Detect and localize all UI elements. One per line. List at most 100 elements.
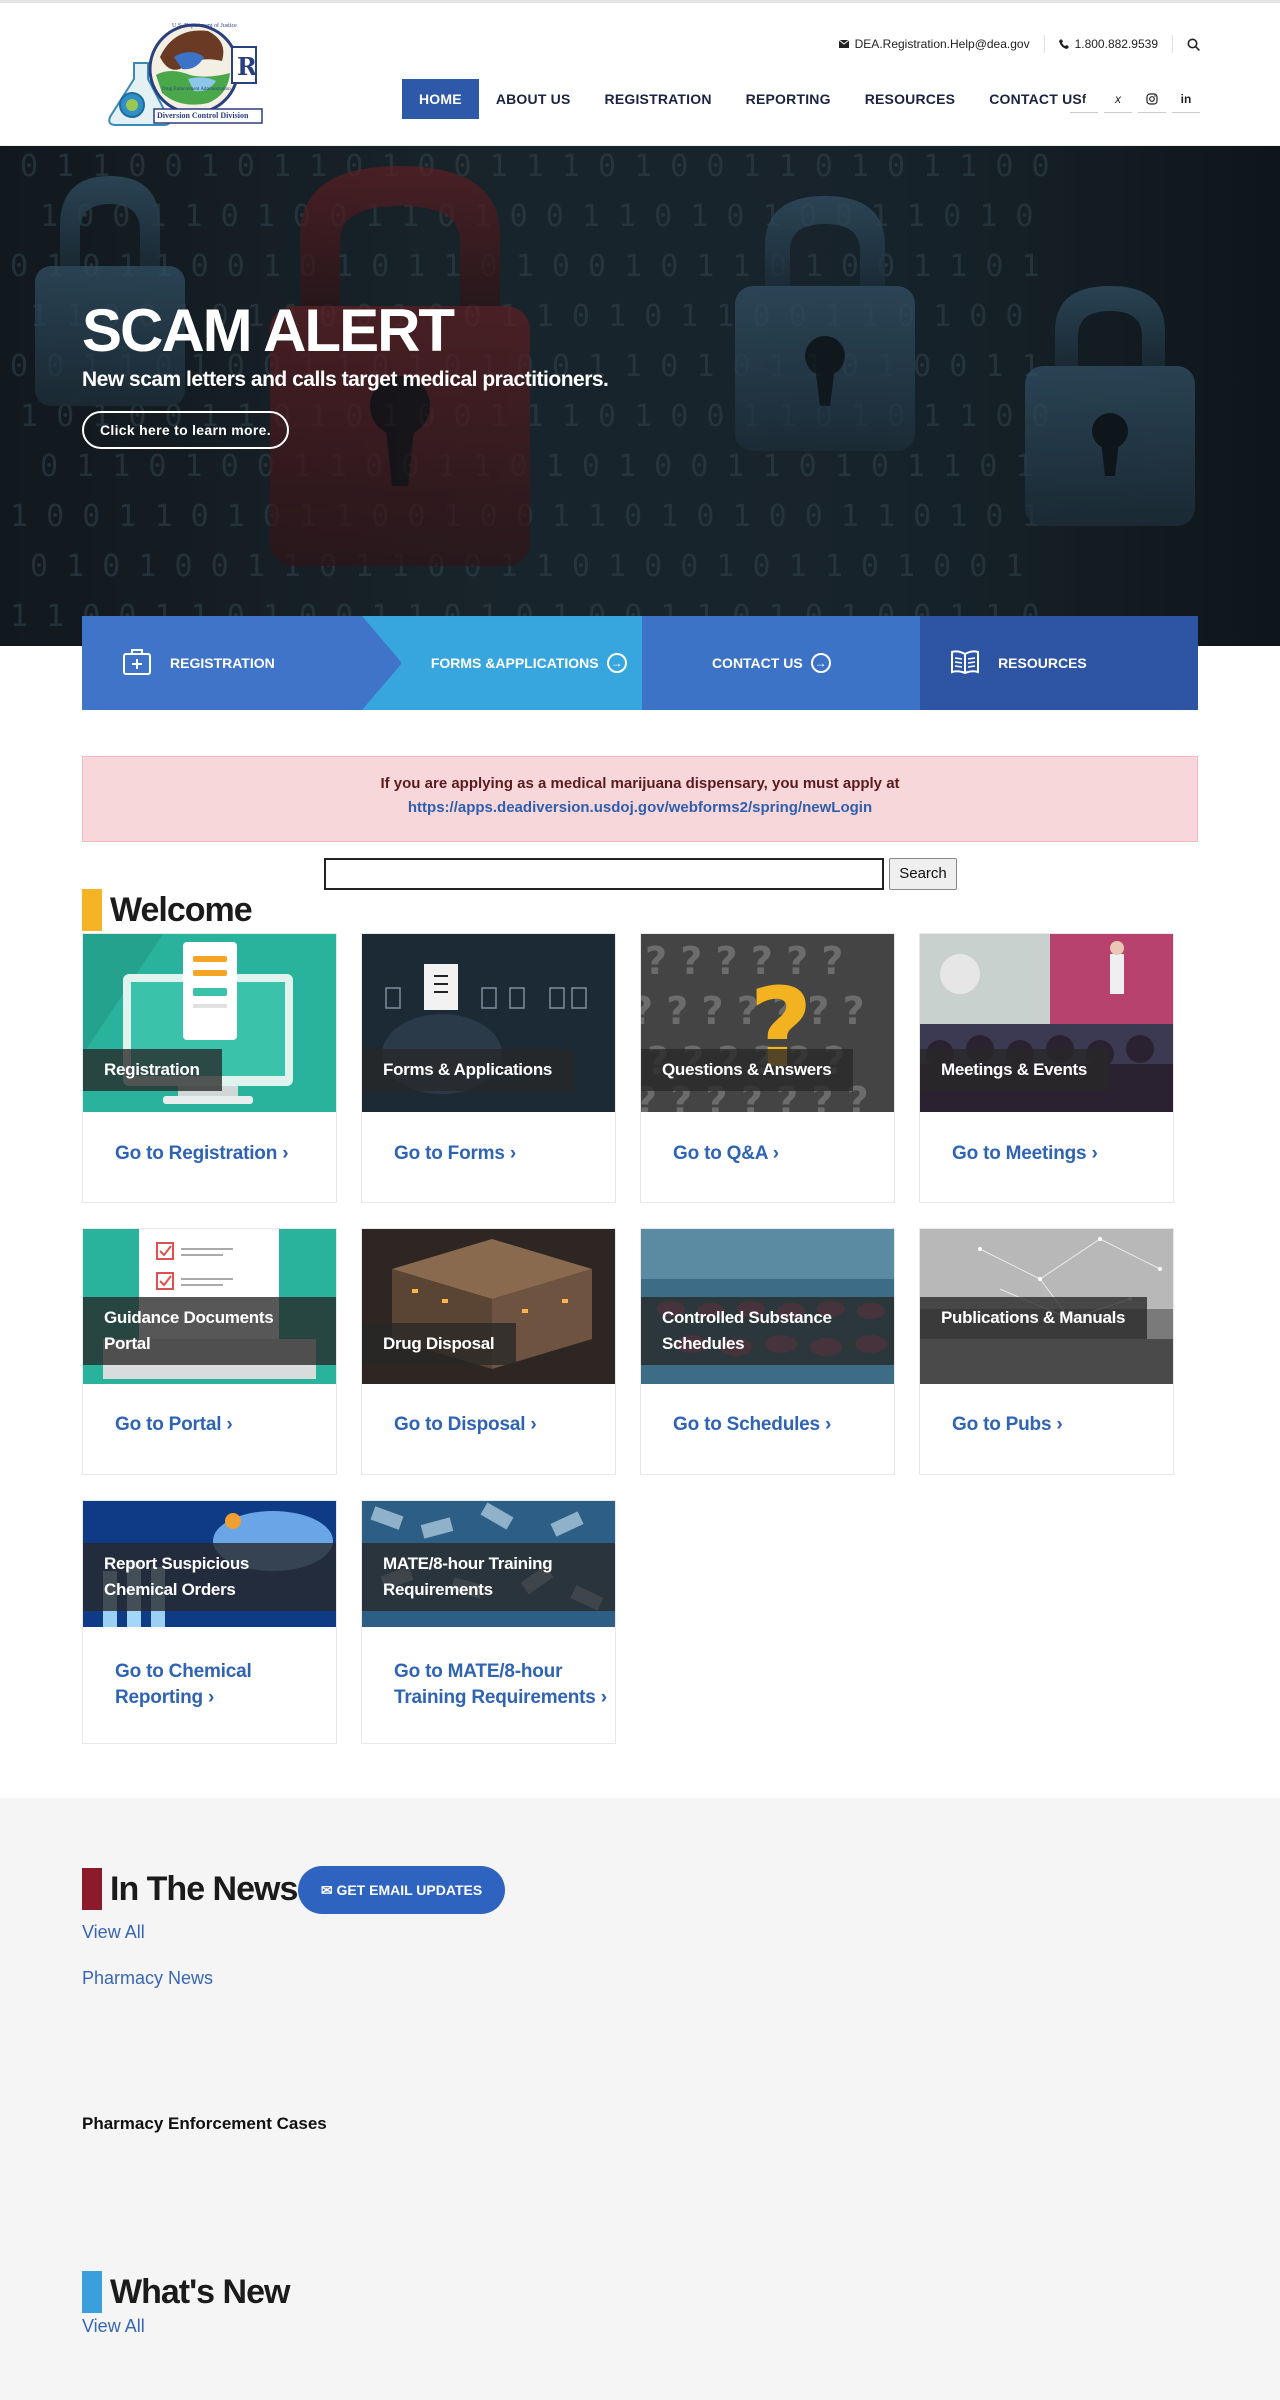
search-input[interactable] xyxy=(324,858,884,890)
card-guidance[interactable]: Guidance Documents Portal Go to Portal › xyxy=(82,1228,337,1475)
go-to-qa-link[interactable]: Go to Q&A › xyxy=(673,1141,779,1167)
logo-text-middle: Drug Enforcement Administration xyxy=(162,87,231,92)
arrow-circle-icon: → xyxy=(606,653,627,673)
card-qa[interactable]: ? ? ? ? ? ?? ? ? ? ? ? ?? ? ? ? ? ?? ? ?… xyxy=(640,933,895,1203)
quick-link-resources[interactable]: RESOURCES xyxy=(920,616,1199,710)
x-twitter-icon[interactable]: x xyxy=(1104,85,1132,113)
envelope-open-icon: ✉ xyxy=(320,1882,333,1898)
go-to-meetings-link[interactable]: Go to Meetings › xyxy=(952,1141,1098,1167)
go-to-schedules-link[interactable]: Go to Schedules › xyxy=(673,1412,831,1438)
card-link-text: Go to Meetings xyxy=(952,1143,1087,1164)
nav-reporting[interactable]: REPORTING xyxy=(729,79,848,119)
chevron-right-icon: › xyxy=(226,1414,233,1435)
card-label: Report Suspicious Chemical Orders xyxy=(83,1543,336,1611)
linkedin-icon[interactable]: in xyxy=(1172,85,1200,113)
news-view-all-link[interactable]: View All xyxy=(82,1922,145,1943)
logo-text-bottom: Diversion Control Division xyxy=(157,111,249,120)
registration-image: Registration xyxy=(83,934,336,1112)
hero-learn-more-button[interactable]: Click here to learn more. xyxy=(82,411,289,449)
email-text: DEA.Registration.Help@dea.gov xyxy=(854,37,1030,51)
main-nav: HOME ABOUT US REGISTRATION REPORTING RES… xyxy=(402,79,1099,119)
alert-text: If you are applying as a medical marijua… xyxy=(380,775,900,792)
instagram-icon[interactable] xyxy=(1138,85,1166,113)
card-meetings[interactable]: Meetings & Events Go to Meetings › xyxy=(919,933,1174,1203)
social-links: f x in xyxy=(1070,85,1200,113)
phone-text: 1.800.882.9539 xyxy=(1074,37,1158,51)
quick-links-bar: REGISTRATION FORMS &APPLICATIONS → CONTA… xyxy=(82,616,1199,710)
utility-bar: DEA.Registration.Help@dea.gov 1.800.882.… xyxy=(825,35,1200,53)
card-link-text: Go to Pubs xyxy=(952,1414,1052,1435)
card-forms[interactable]: Forms & Applications Go to Forms › xyxy=(361,933,616,1203)
svg-text:? ? ? ? ? ?: ? ? ? ? ? ? xyxy=(645,939,843,983)
welcome-accent-bar xyxy=(82,889,102,931)
chevron-right-icon: › xyxy=(530,1414,537,1435)
email-link[interactable]: DEA.Registration.Help@dea.gov xyxy=(825,35,1045,53)
search-toggle[interactable] xyxy=(1173,35,1200,53)
facebook-icon[interactable]: f xyxy=(1070,85,1098,113)
nav-registration[interactable]: REGISTRATION xyxy=(588,79,729,119)
go-to-registration-link[interactable]: Go to Registration › xyxy=(115,1141,289,1167)
site-header: R U.S. Department of Justice Drug Enforc… xyxy=(0,3,1280,146)
card-disposal[interactable]: Drug Disposal Go to Disposal › xyxy=(361,1228,616,1475)
card-registration[interactable]: Registration Go to Registration › xyxy=(82,933,337,1203)
whats-new-heading: What's New xyxy=(82,2271,290,2313)
dea-logo[interactable]: R U.S. Department of Justice Drug Enforc… xyxy=(104,17,266,133)
quick-link-registration[interactable]: REGISTRATION xyxy=(82,616,401,710)
card-publications[interactable]: Publications & Manuals Go to Pubs › xyxy=(919,1228,1174,1475)
go-to-forms-link[interactable]: Go to Forms › xyxy=(394,1141,516,1167)
card-link-text: Go to Registration xyxy=(115,1143,278,1164)
publications-image: Publications & Manuals xyxy=(920,1229,1173,1384)
phone-link[interactable]: 1.800.882.9539 xyxy=(1045,35,1173,53)
chevron-right-icon: › xyxy=(1056,1414,1063,1435)
card-label: MATE/8-hour Training Requirements xyxy=(362,1543,615,1611)
nav-about-us[interactable]: ABOUT US xyxy=(479,79,588,119)
alert-link[interactable]: https://apps.deadiversion.usdoj.gov/webf… xyxy=(83,799,1197,816)
card-label: Guidance Documents Portal xyxy=(83,1297,336,1365)
whats-new-title: What's New xyxy=(110,2272,290,2311)
chemical-image: Report Suspicious Chemical Orders xyxy=(83,1501,336,1627)
forms-image: Forms & Applications xyxy=(362,934,615,1112)
card-label: Registration xyxy=(83,1049,222,1091)
card-label: Meetings & Events xyxy=(920,1049,1110,1091)
go-to-disposal-link[interactable]: Go to Disposal › xyxy=(394,1412,537,1438)
whats-new-view-all-link[interactable]: View All xyxy=(82,2316,145,2337)
hero-banner: 0 1 1 0 0 1 0 1 1 0 1 0 0 1 1 1 0 1 0 0 … xyxy=(0,146,1280,646)
card-chemical[interactable]: Report Suspicious Chemical Orders Go to … xyxy=(82,1500,337,1744)
arrow-circle-icon: → xyxy=(810,653,831,673)
go-to-chemical-link[interactable]: Go to Chemical Reporting › xyxy=(115,1659,315,1711)
card-label: Controlled Substance Schedules xyxy=(641,1297,894,1365)
card-link-text: Go to Portal xyxy=(115,1414,222,1435)
disposal-image: Drug Disposal xyxy=(362,1229,615,1384)
hero-background-image: 0 1 1 0 0 1 0 1 1 0 1 0 0 1 1 1 0 1 0 0 … xyxy=(0,146,1280,646)
card-mate[interactable]: MATE/8-hour Training Requirements Go to … xyxy=(361,1500,616,1744)
card-link-text: Go to Schedules xyxy=(673,1414,820,1435)
go-to-portal-link[interactable]: Go to Portal › xyxy=(115,1412,233,1438)
dispensary-alert: If you are applying as a medical marijua… xyxy=(82,756,1198,842)
nav-resources[interactable]: RESOURCES xyxy=(848,79,972,119)
in-the-news-heading: In The News xyxy=(82,1868,298,1910)
nav-home[interactable]: HOME xyxy=(402,79,479,119)
schedules-image: Controlled Substance Schedules xyxy=(641,1229,894,1384)
go-to-mate-link[interactable]: Go to MATE/8-hour Training Requirements … xyxy=(394,1659,634,1711)
quick-link-resources-label: RESOURCES xyxy=(998,655,1087,671)
get-email-updates-button[interactable]: ✉ GET EMAIL UPDATES xyxy=(298,1866,505,1914)
pharmacy-news-link[interactable]: Pharmacy News xyxy=(82,1968,213,1989)
card-link-text: Go to Q&A xyxy=(673,1143,768,1164)
card-schedules[interactable]: Controlled Substance Schedules Go to Sch… xyxy=(640,1228,895,1475)
email-button-label: GET EMAIL UPDATES xyxy=(336,1882,483,1898)
in-the-news-title: In The News xyxy=(110,1869,298,1908)
hero-subtitle: New scam letters and calls target medica… xyxy=(82,368,609,391)
qa-image: ? ? ? ? ? ?? ? ? ? ? ? ?? ? ? ? ? ?? ? ?… xyxy=(641,934,894,1112)
quick-link-forms[interactable]: FORMS &APPLICATIONS → xyxy=(360,616,642,710)
quick-link-contact[interactable]: CONTACT US → xyxy=(641,616,921,710)
chevron-right-icon: › xyxy=(825,1414,832,1435)
go-to-pubs-link[interactable]: Go to Pubs › xyxy=(952,1412,1063,1438)
welcome-title: Welcome xyxy=(110,890,253,929)
envelope-icon xyxy=(838,40,849,48)
briefcase-medical-icon xyxy=(122,648,152,679)
news-accent-bar xyxy=(82,1868,102,1910)
search-button[interactable]: Search xyxy=(889,858,957,890)
chevron-right-icon: › xyxy=(208,1687,215,1708)
card-link-text: Go to Disposal xyxy=(394,1414,526,1435)
card-link-text: Go to MATE/8-hour Training Requirements xyxy=(394,1661,596,1708)
